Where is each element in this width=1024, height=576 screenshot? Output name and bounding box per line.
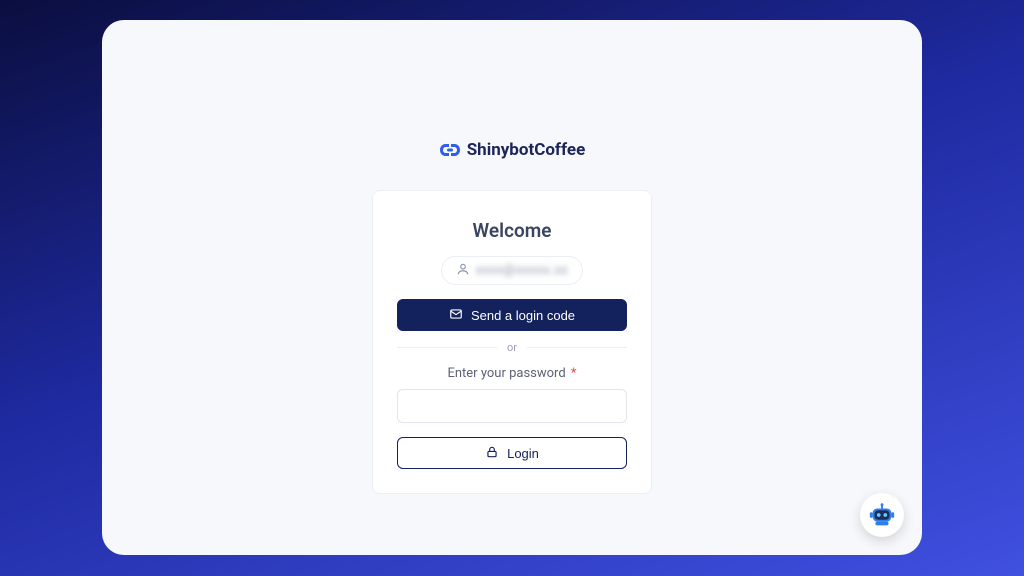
mail-icon: [449, 307, 463, 324]
required-marker: *: [571, 366, 577, 381]
password-label: Enter your password *: [447, 366, 576, 381]
send-login-code-button[interactable]: Send a login code: [397, 299, 627, 331]
brand-logo: ShinybotCoffee: [439, 140, 586, 160]
link-loop-icon: [439, 142, 461, 158]
auth-panel: ShinybotCoffee Welcome xxxx@xxxxx.xx Sen…: [102, 20, 922, 555]
email-chip[interactable]: xxxx@xxxxx.xx: [441, 256, 584, 285]
send-login-code-label: Send a login code: [471, 308, 575, 323]
chatbot-launcher[interactable]: [860, 493, 904, 537]
login-button[interactable]: Login: [397, 437, 627, 469]
user-icon: [456, 261, 470, 280]
lock-icon: [485, 445, 499, 462]
or-divider: or: [397, 341, 627, 354]
login-button-label: Login: [507, 446, 539, 461]
welcome-heading: Welcome: [473, 219, 552, 242]
robot-icon: [867, 500, 897, 530]
email-masked: xxxx@xxxxx.xx: [476, 263, 569, 278]
or-divider-label: or: [497, 341, 527, 354]
password-input[interactable]: [397, 389, 627, 423]
brand-name: ShinybotCoffee: [467, 140, 586, 160]
login-card: Welcome xxxx@xxxxx.xx Send a login code …: [372, 190, 652, 494]
